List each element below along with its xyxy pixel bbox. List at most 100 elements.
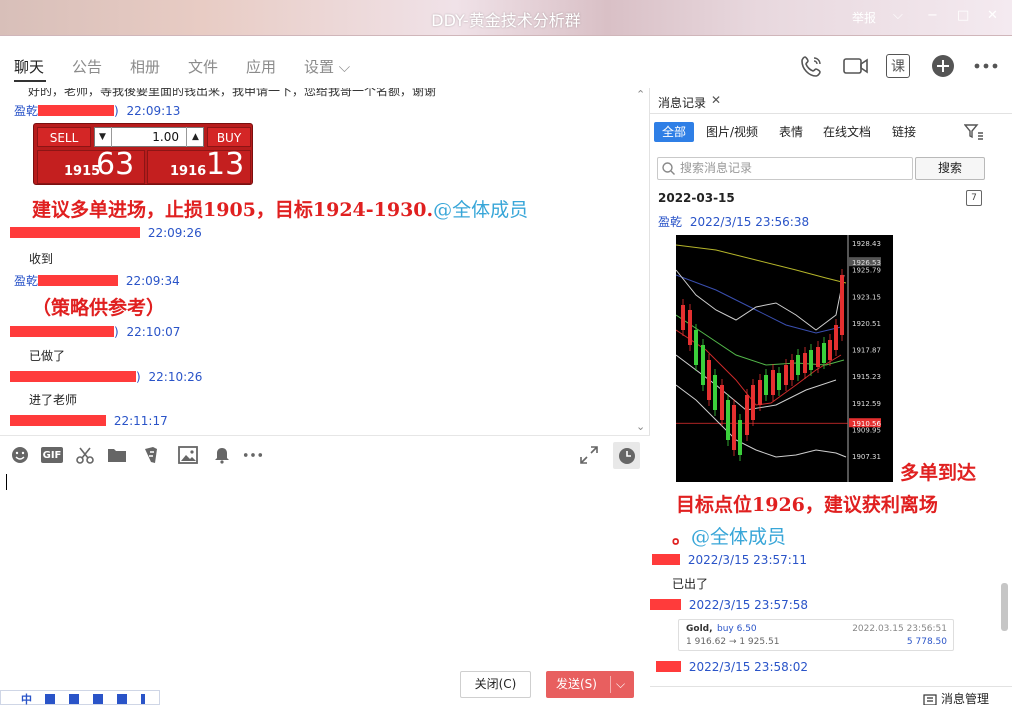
candle-body xyxy=(720,385,724,420)
scroll-up-arrow-icon[interactable]: ⌃ xyxy=(636,88,645,101)
gif-icon[interactable]: GIF xyxy=(41,447,63,463)
sell-button: SELL xyxy=(37,127,91,147)
filter-all[interactable]: 全部 xyxy=(654,122,695,142)
trade-result-card[interactable]: Gold, buy 6.50 1 916.62 → 1 925.51 2022.… xyxy=(678,619,954,651)
chart-indicator-line xyxy=(676,269,845,331)
message-text: 已做了 xyxy=(29,349,66,363)
tab-album[interactable]: 相册 xyxy=(130,56,160,77)
history-message-header: 2022/3/15 23:57:58 xyxy=(650,598,808,612)
close-history-icon[interactable]: ✕ xyxy=(711,93,721,107)
card-profit: 5 778.50 xyxy=(906,637,947,647)
candle-body xyxy=(701,345,705,385)
candle-body xyxy=(751,385,755,420)
chart-price-label: 1907.31 xyxy=(852,453,881,461)
emoji-icon[interactable] xyxy=(10,445,30,465)
message-manage-label[interactable]: 消息管理 xyxy=(941,690,989,705)
message-time: 22:09:34 xyxy=(125,274,180,288)
message-header: 22:11:17 xyxy=(10,414,168,428)
chart-price-label: 1917.87 xyxy=(852,347,881,355)
tab-files[interactable]: 文件 xyxy=(188,56,218,77)
minimize-button[interactable]: − xyxy=(927,8,938,23)
card-datetime: 2022.03.15 23:56:51 xyxy=(852,624,947,634)
filter-online-docs[interactable]: 在线文档 xyxy=(823,122,871,142)
candle-body xyxy=(828,340,832,360)
tab-announcements[interactable]: 公告 xyxy=(72,56,102,77)
quantity-value: 1.00 xyxy=(152,130,179,144)
image-icon[interactable] xyxy=(178,445,198,465)
chart-indicator-line xyxy=(676,244,847,284)
profit-callout-line3: 。@全体成员 xyxy=(672,522,786,549)
history-tab[interactable]: 消息记录 xyxy=(658,94,706,111)
chart-price-label: 1920.51 xyxy=(852,320,881,328)
history-message-header: 盈乾 2022/3/15 23:56:38 xyxy=(658,213,809,230)
maximize-button[interactable]: □ xyxy=(957,8,969,23)
ime-mode-label[interactable]: 中 xyxy=(21,691,32,705)
candle-body xyxy=(784,365,788,385)
candle-body xyxy=(803,353,807,373)
filter-stickers[interactable]: 表情 xyxy=(779,122,803,142)
buy-price-major: 1916 xyxy=(170,164,207,179)
voice-call-icon[interactable] xyxy=(798,52,826,80)
decrease-arrow-icon: ▼ xyxy=(94,127,112,147)
strategy-note-callout: （策略供参考） xyxy=(32,297,166,319)
send-button[interactable]: 发送(S) ⌵ xyxy=(546,671,634,698)
tab-settings[interactable]: 设置 ⌵ xyxy=(304,56,350,77)
message-header: ) 22:10:07 xyxy=(10,325,180,339)
message-input[interactable] xyxy=(0,473,650,663)
profit-callout-line1: 多单到达 xyxy=(900,462,977,484)
ime-toolbar[interactable]: 中 xyxy=(0,690,160,705)
close-window-button[interactable]: ✕ xyxy=(987,8,998,23)
send-options-icon[interactable]: ⌵ xyxy=(616,671,625,698)
filter-links[interactable]: 链接 xyxy=(892,122,916,142)
history-search-input[interactable]: 搜索消息记录 xyxy=(657,157,913,180)
sender-name[interactable]: 盈乾 xyxy=(14,104,38,118)
folder-icon[interactable] xyxy=(107,445,127,465)
sender-name[interactable]: 盈乾 xyxy=(658,215,682,229)
sender-name[interactable]: 盈乾 xyxy=(14,274,38,288)
profit-callout-line2: 目标点位1926，建议获利离场 xyxy=(676,494,938,516)
message-history-panel: 消息记录 ✕ 全部 图片/视频 表情 在线文档 链接 搜索消息记录 搜索 202… xyxy=(650,88,1012,705)
scissors-icon[interactable] xyxy=(75,445,95,465)
more-options-icon[interactable] xyxy=(972,52,1000,80)
card-symbol: Gold, xyxy=(686,624,713,634)
search-button[interactable]: 搜索 xyxy=(915,157,985,180)
video-call-icon[interactable] xyxy=(842,52,870,80)
more-tools-icon[interactable] xyxy=(243,445,263,465)
chart-price-label: 1915.23 xyxy=(852,373,881,381)
candle-body xyxy=(688,310,692,345)
add-app-icon[interactable] xyxy=(929,52,957,80)
course-icon[interactable]: 课 xyxy=(886,54,910,78)
title-bar: DDY-黄金技术分析群 举报 ⌵ − □ ✕ xyxy=(0,0,1012,36)
message-text: 收到 xyxy=(29,252,54,266)
ime-tool-icons[interactable] xyxy=(45,694,145,704)
document-icon[interactable] xyxy=(142,445,162,465)
scroll-down-arrow-icon[interactable]: ⌄ xyxy=(636,420,645,433)
close-button[interactable]: 关闭(C) xyxy=(460,671,531,698)
candle-body xyxy=(732,405,736,450)
redacted-name xyxy=(10,326,114,337)
filter-media[interactable]: 图片/视频 xyxy=(706,122,758,142)
text-cursor xyxy=(6,474,7,490)
active-tab-indicator xyxy=(14,80,46,82)
card-side: buy 6.50 xyxy=(717,624,757,634)
bell-icon[interactable] xyxy=(212,445,232,465)
message-manage-icon[interactable] xyxy=(923,694,937,705)
report-link[interactable]: 举报 xyxy=(852,9,876,26)
history-scrollbar[interactable] xyxy=(1001,583,1008,631)
buy-price-minor: 13 xyxy=(206,147,245,182)
tab-apps[interactable]: 应用 xyxy=(246,56,276,77)
message-time: 2022/3/15 23:57:11 xyxy=(687,553,808,567)
expand-composer-icon[interactable] xyxy=(579,445,599,465)
trade-widget-image[interactable]: SELL 1.00 ▼ ▲ BUY 1915 63 1916 13 xyxy=(33,123,253,185)
calendar-icon[interactable]: 7 xyxy=(966,190,982,206)
filter-settings-icon[interactable] xyxy=(963,124,984,143)
redacted-name xyxy=(10,371,136,382)
history-clock-icon[interactable] xyxy=(613,442,640,469)
window-menu-button[interactable]: ⌵ xyxy=(893,8,903,23)
tab-chat[interactable]: 聊天 xyxy=(14,56,44,77)
message-time: 22:10:07 xyxy=(126,325,181,339)
price-chart-image[interactable]: 1928.43 1926.53 1925.79 1923.15 1920.51 1917.… xyxy=(676,235,893,482)
redacted-name xyxy=(38,105,115,116)
sell-price-minor: 63 xyxy=(96,147,135,182)
candle-body xyxy=(796,355,800,375)
